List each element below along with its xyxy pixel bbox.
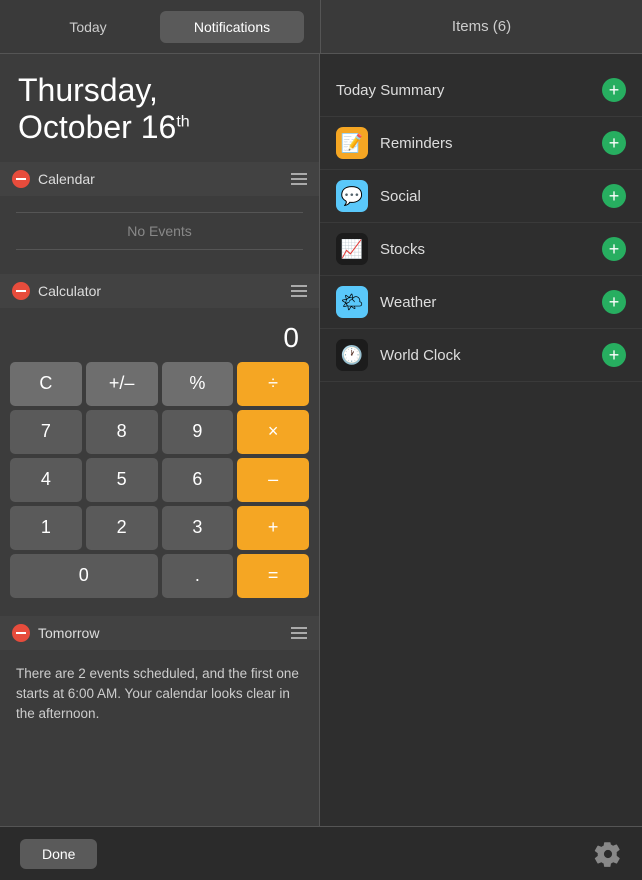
calculator-reorder-handle[interactable] bbox=[291, 285, 307, 297]
items-header: Items (6) bbox=[320, 0, 642, 53]
weather-label: Weather bbox=[380, 294, 590, 311]
calculator-body: 0 C +/– % ÷ 7 8 9 × 4 5 6 – bbox=[0, 308, 319, 608]
social-icon: 💬 bbox=[336, 180, 368, 212]
bottom-bar: Done bbox=[0, 826, 642, 880]
date-line1: Thursday, bbox=[18, 72, 301, 109]
calc-display: 0 bbox=[10, 318, 309, 362]
item-stocks: 📈 Stocks + bbox=[320, 223, 642, 276]
stocks-add-btn[interactable]: + bbox=[602, 237, 626, 261]
settings-icon[interactable] bbox=[594, 840, 622, 868]
reminders-label: Reminders bbox=[380, 135, 590, 152]
main-content: Thursday, October 16th Calendar No Event… bbox=[0, 54, 642, 826]
calc-btn-subtract[interactable]: – bbox=[237, 458, 309, 502]
calc-btn-0[interactable]: 0 bbox=[10, 554, 158, 598]
tomorrow-body: There are 2 events scheduled, and the fi… bbox=[0, 650, 319, 739]
item-social: 💬 Social + bbox=[320, 170, 642, 223]
calendar-remove-btn[interactable] bbox=[12, 170, 30, 188]
right-panel: Today Summary + 📝 Reminders + 💬 Social +… bbox=[320, 54, 642, 826]
reminders-icon: 📝 bbox=[336, 127, 368, 159]
calc-btn-divide[interactable]: ÷ bbox=[237, 362, 309, 406]
tomorrow-remove-btn[interactable] bbox=[12, 624, 30, 642]
calc-btn-6[interactable]: 6 bbox=[162, 458, 234, 502]
calc-btn-3[interactable]: 3 bbox=[162, 506, 234, 550]
calc-btn-1[interactable]: 1 bbox=[10, 506, 82, 550]
world-clock-label: World Clock bbox=[380, 347, 590, 364]
item-weather: 🌤 Weather + bbox=[320, 276, 642, 329]
calculator-title: Calculator bbox=[38, 283, 101, 299]
calendar-title-row: Calendar bbox=[12, 170, 95, 188]
calc-btn-percent[interactable]: % bbox=[162, 362, 234, 406]
date-line2: October 16th bbox=[18, 109, 301, 146]
item-world-clock: 🕐 World Clock + bbox=[320, 329, 642, 382]
weather-icon: 🌤 bbox=[336, 286, 368, 318]
calendar-header: Calendar bbox=[0, 162, 319, 196]
left-panel: Thursday, October 16th Calendar No Event… bbox=[0, 54, 320, 826]
calc-btn-7[interactable]: 7 bbox=[10, 410, 82, 454]
calc-btn-8[interactable]: 8 bbox=[86, 410, 158, 454]
calc-grid: C +/– % ÷ 7 8 9 × 4 5 6 – 1 2 bbox=[10, 362, 309, 598]
done-button[interactable]: Done bbox=[20, 839, 97, 869]
calendar-reorder-handle[interactable] bbox=[291, 173, 307, 185]
calc-btn-plusminus[interactable]: +/– bbox=[86, 362, 158, 406]
social-add-btn[interactable]: + bbox=[602, 184, 626, 208]
calc-btn-multiply[interactable]: × bbox=[237, 410, 309, 454]
calendar-widget: Calendar No Events bbox=[0, 162, 319, 266]
tab-bar: Today Notifications Items (6) bbox=[0, 0, 642, 54]
calc-btn-c[interactable]: C bbox=[10, 362, 82, 406]
calculator-header: Calculator bbox=[0, 274, 319, 308]
stocks-icon: 📈 bbox=[336, 233, 368, 265]
calc-btn-4[interactable]: 4 bbox=[10, 458, 82, 502]
stocks-label: Stocks bbox=[380, 241, 590, 258]
calendar-body: No Events bbox=[0, 196, 319, 266]
today-summary-add-btn[interactable]: + bbox=[602, 78, 626, 102]
tomorrow-title-row: Tomorrow bbox=[12, 624, 99, 642]
tab-group-left: Today Notifications bbox=[0, 0, 320, 53]
calc-btn-5[interactable]: 5 bbox=[86, 458, 158, 502]
calc-btn-9[interactable]: 9 bbox=[162, 410, 234, 454]
weather-add-btn[interactable]: + bbox=[602, 290, 626, 314]
calc-btn-2[interactable]: 2 bbox=[86, 506, 158, 550]
social-label: Social bbox=[380, 188, 590, 205]
calc-btn-equals[interactable]: = bbox=[237, 554, 309, 598]
tomorrow-reorder-handle[interactable] bbox=[291, 627, 307, 639]
item-today-summary: Today Summary + bbox=[320, 64, 642, 117]
item-reminders: 📝 Reminders + bbox=[320, 117, 642, 170]
calculator-remove-btn[interactable] bbox=[12, 282, 30, 300]
calc-btn-add[interactable]: + bbox=[237, 506, 309, 550]
tab-notifications[interactable]: Notifications bbox=[160, 11, 304, 43]
tomorrow-title: Tomorrow bbox=[38, 625, 99, 641]
calc-btn-decimal[interactable]: . bbox=[162, 554, 234, 598]
calculator-widget: Calculator 0 C +/– % ÷ 7 8 9 bbox=[0, 274, 319, 608]
calendar-title: Calendar bbox=[38, 171, 95, 187]
tab-today[interactable]: Today bbox=[16, 11, 160, 43]
tomorrow-header: Tomorrow bbox=[0, 616, 319, 650]
date-header: Thursday, October 16th bbox=[0, 54, 319, 158]
today-summary-label: Today Summary bbox=[336, 82, 444, 99]
world-clock-add-btn[interactable]: + bbox=[602, 343, 626, 367]
reminders-add-btn[interactable]: + bbox=[602, 131, 626, 155]
calculator-title-row: Calculator bbox=[12, 282, 101, 300]
world-clock-icon: 🕐 bbox=[336, 339, 368, 371]
no-events-label: No Events bbox=[16, 212, 303, 250]
tomorrow-widget: Tomorrow There are 2 events scheduled, a… bbox=[0, 616, 319, 739]
